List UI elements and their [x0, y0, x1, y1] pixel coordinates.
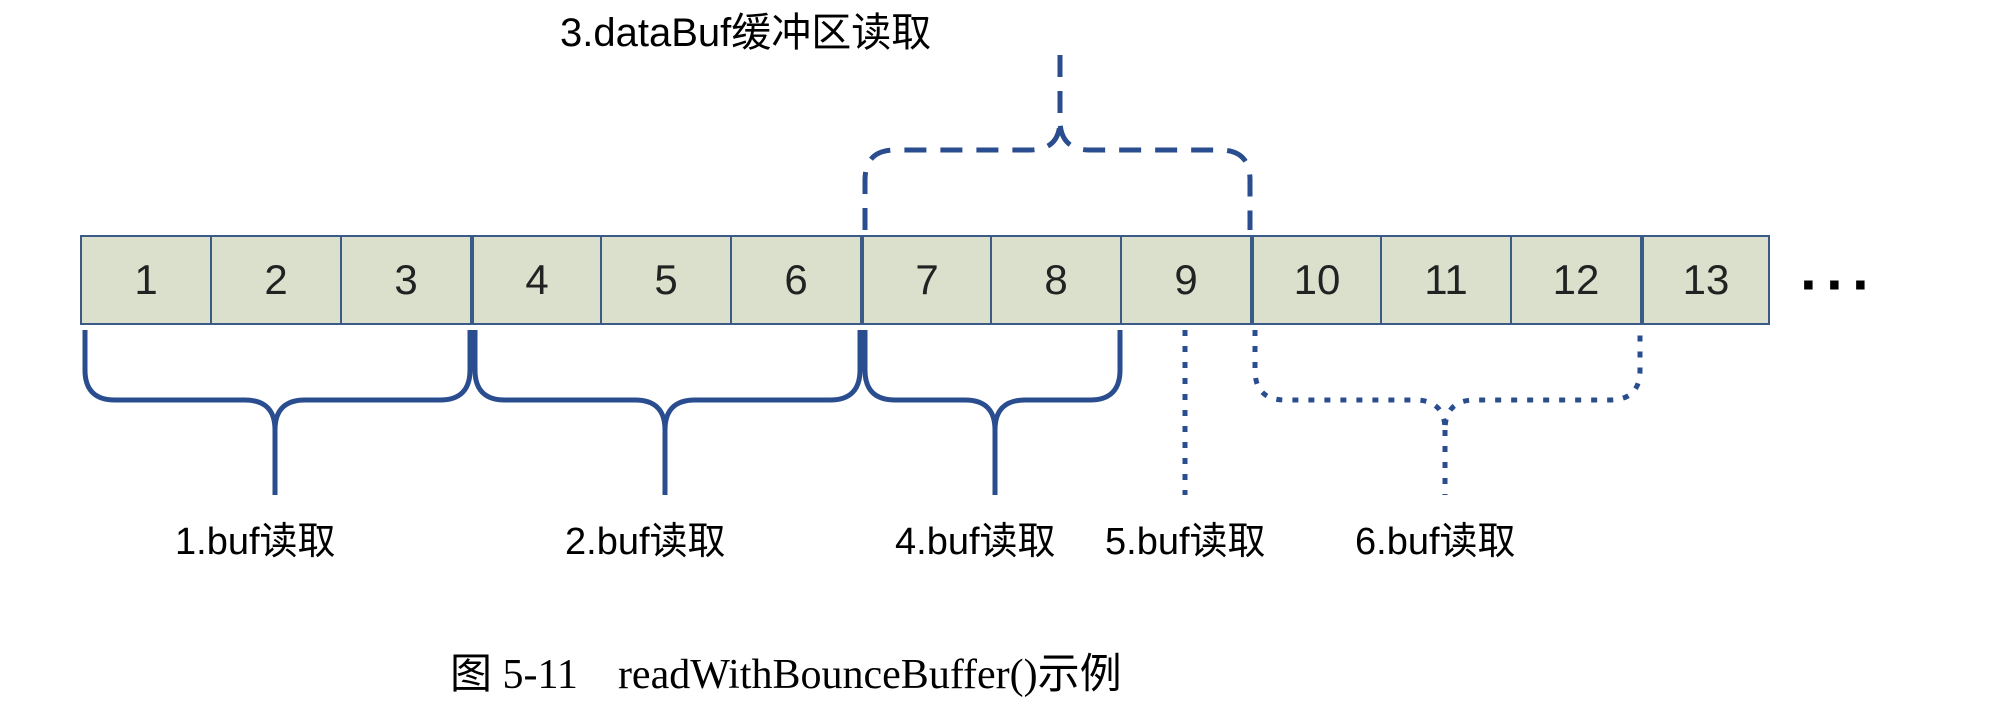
label-5: 5.buf读取: [1105, 510, 1266, 565]
caption-prefix: 图 5-11: [450, 652, 578, 698]
brace-1: [85, 330, 470, 430]
cell: 13: [1640, 235, 1770, 325]
cell: 9: [1120, 235, 1250, 325]
buffer-diagram: 3.dataBuf缓冲区读取 1 2 3 4 5 6 7 8 9 10 11 1…: [80, 0, 1920, 724]
ellipsis-icon: ···: [1800, 250, 1878, 319]
top-annotation-label: 3.dataBuf缓冲区读取: [560, 0, 931, 58]
label-4: 4.buf读取: [895, 510, 1056, 565]
cell: 7: [860, 235, 990, 325]
cell: 5: [600, 235, 730, 325]
label-1: 1.buf读取: [175, 510, 336, 565]
cell: 1: [80, 235, 210, 325]
figure-caption: 图 5-11 readWithBounceBuffer()示例: [450, 640, 1122, 701]
cells-row: 1 2 3 4 5 6 7 8 9 10 11 12 13: [80, 235, 1770, 325]
cell: 11: [1380, 235, 1510, 325]
brace-2: [475, 330, 860, 430]
cell: 8: [990, 235, 1120, 325]
caption-text: readWithBounceBuffer()示例: [618, 652, 1122, 698]
cell: 4: [470, 235, 600, 325]
cell: 3: [340, 235, 470, 325]
label-6: 6.buf读取: [1355, 510, 1516, 565]
brace-4: [865, 330, 1120, 430]
label-2: 2.buf读取: [565, 510, 726, 565]
cell: 2: [210, 235, 340, 325]
top-dashed-brace: [865, 120, 1250, 230]
cell: 6: [730, 235, 860, 325]
cell: 12: [1510, 235, 1640, 325]
brace-6: [1255, 330, 1640, 430]
cell: 10: [1250, 235, 1380, 325]
connectors-svg: [80, 0, 1920, 724]
